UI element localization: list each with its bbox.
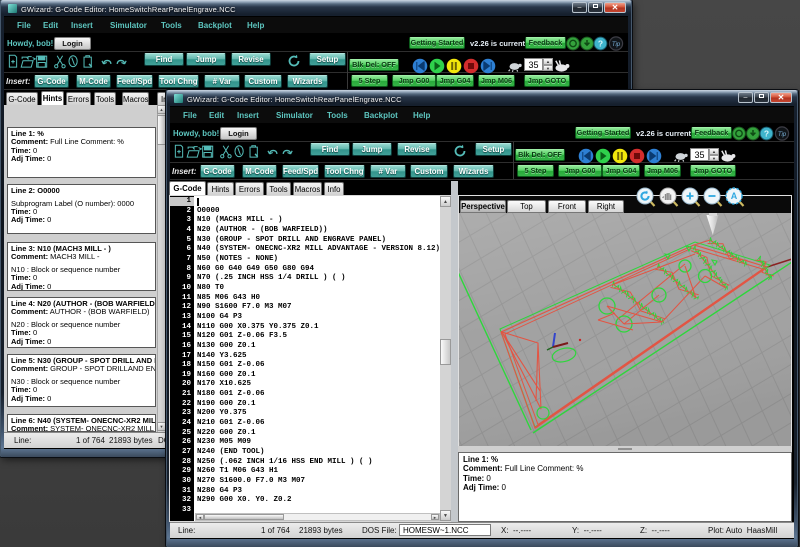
svg-text:Tip: Tip (612, 42, 621, 48)
svg-text:?: ? (598, 38, 603, 48)
svg-text:Tip: Tip (778, 132, 787, 138)
svg-text:?: ? (764, 128, 769, 138)
svg-text:A: A (731, 191, 738, 201)
